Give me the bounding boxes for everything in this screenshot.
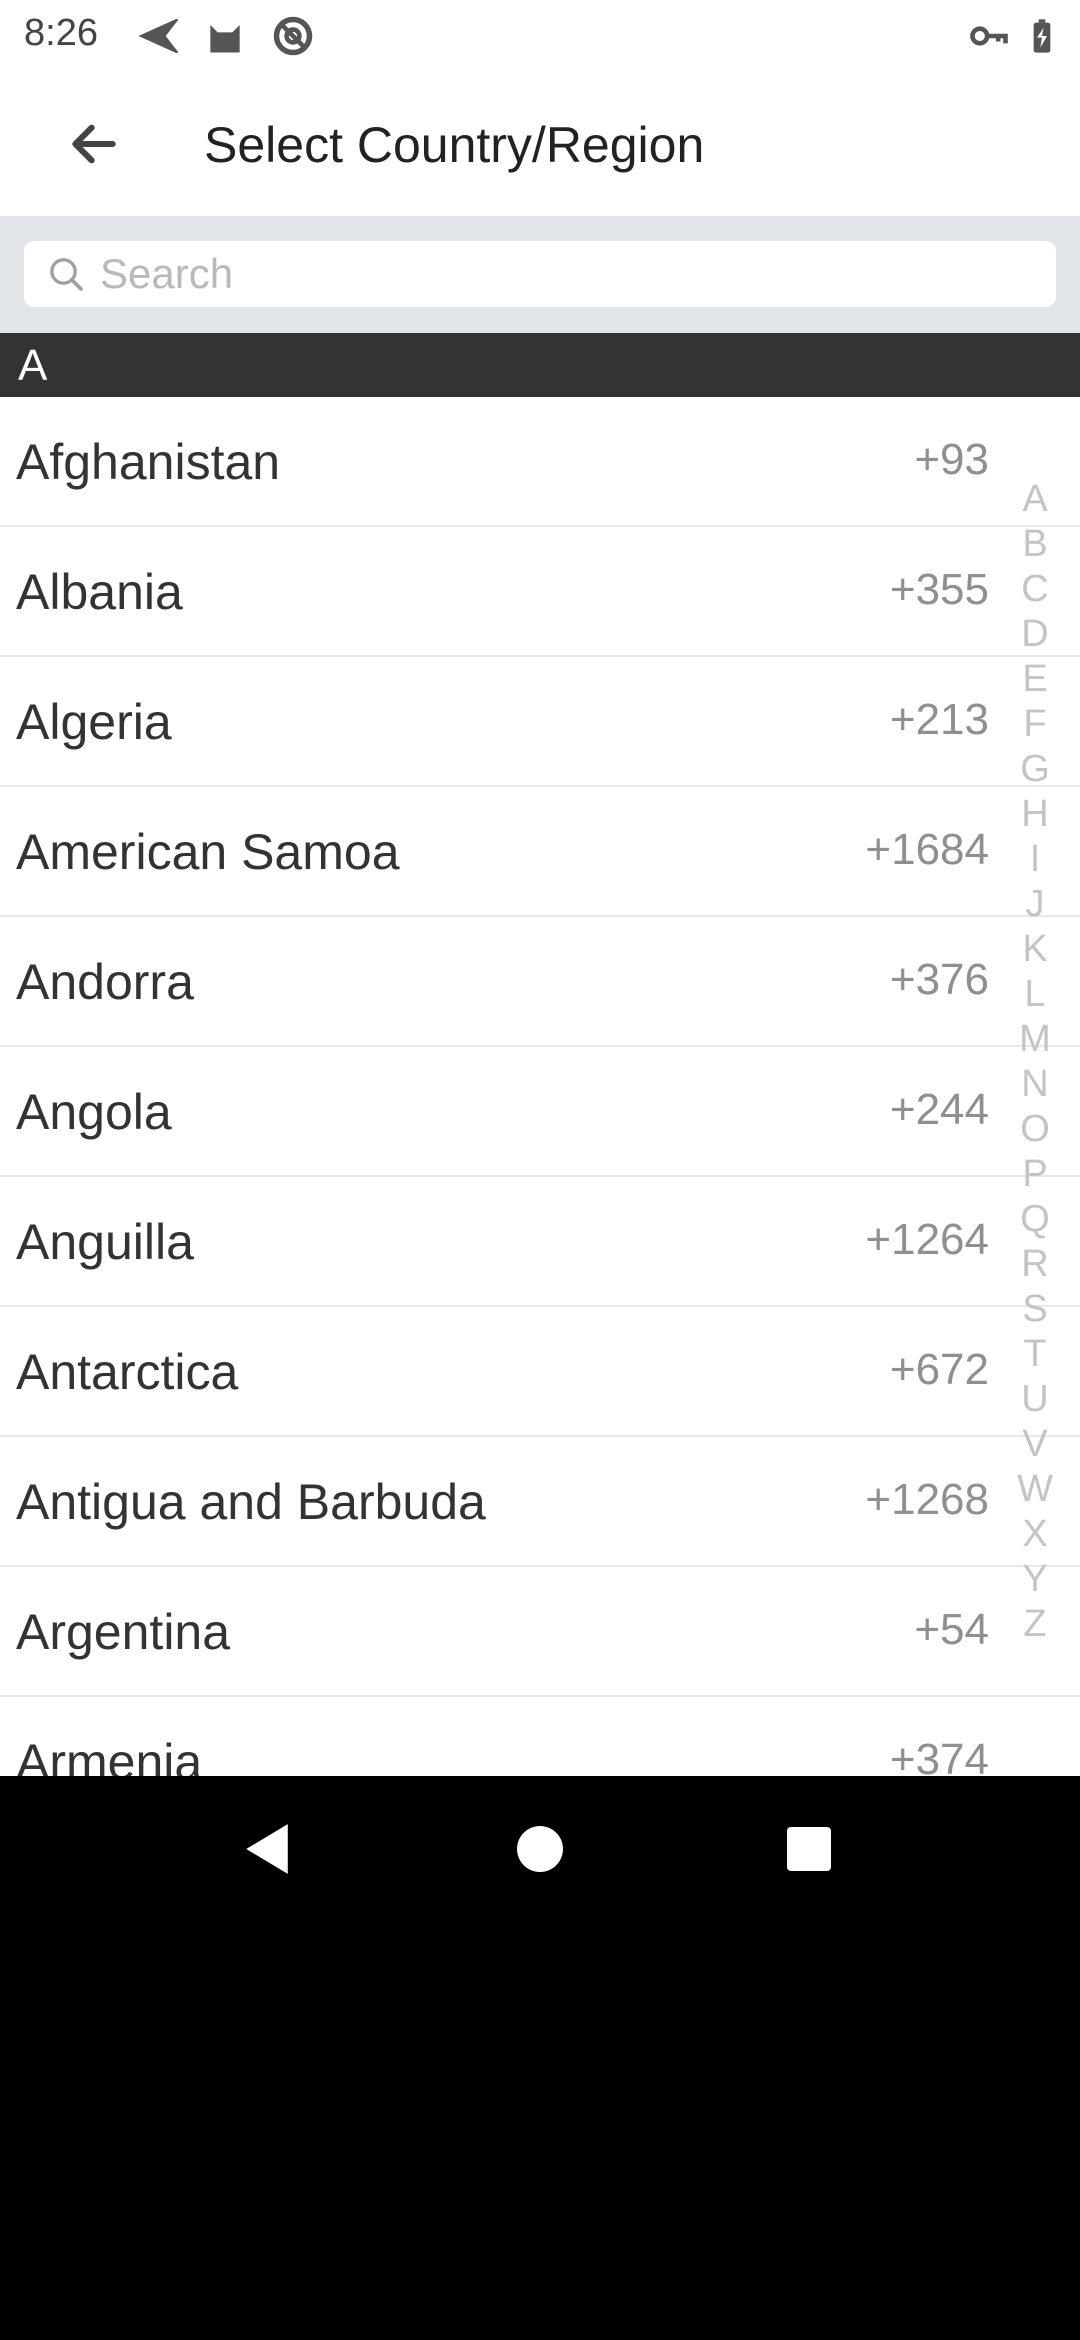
index-letter-p[interactable]: P <box>1010 1152 1060 1197</box>
status-time: 8:26 <box>24 12 98 54</box>
cat-icon <box>202 14 248 58</box>
country-row[interactable]: Albania +355 <box>0 527 1080 657</box>
country-name: Argentina <box>16 1604 231 1660</box>
index-letter-w[interactable]: W <box>1010 1467 1060 1512</box>
index-letter-e[interactable]: E <box>1010 657 1060 702</box>
country-code: +93 <box>914 435 989 484</box>
country-row[interactable]: Algeria +213 <box>0 657 1080 787</box>
index-letter-y[interactable]: Y <box>1010 1557 1060 1602</box>
index-letter-u[interactable]: U <box>1010 1377 1060 1422</box>
index-letter-x[interactable]: X <box>1010 1512 1060 1557</box>
country-code: +1264 <box>865 1215 989 1264</box>
app-bar: Select Country/Region <box>0 72 1080 216</box>
search-icon <box>46 254 86 294</box>
country-list: Afghanistan +93 Albania +355 Algeria +21… <box>0 397 1080 1776</box>
country-code: +54 <box>914 1605 989 1654</box>
index-letter-q[interactable]: Q <box>1010 1197 1060 1242</box>
country-row[interactable]: Andorra +376 <box>0 917 1080 1047</box>
back-triangle-icon <box>246 1824 288 1874</box>
country-row[interactable]: Armenia +374 <box>0 1697 1080 1776</box>
recents-square-icon <box>787 1827 831 1871</box>
search-bar-container <box>0 216 1080 333</box>
country-row[interactable]: Antarctica +672 <box>0 1307 1080 1437</box>
screen: 8:26 Select Country/Region Search A Afgh… <box>0 0 1080 1776</box>
search-input[interactable] <box>100 247 1040 301</box>
index-letter-o[interactable]: O <box>1010 1107 1060 1152</box>
country-code: +1684 <box>865 825 989 874</box>
section-letter: A <box>18 341 48 390</box>
nav-back-button[interactable] <box>222 1804 312 1894</box>
index-letter-j[interactable]: J <box>1010 882 1060 927</box>
index-letter-v[interactable]: V <box>1010 1422 1060 1467</box>
country-name: Anguilla <box>16 1214 194 1270</box>
index-letter-g[interactable]: G <box>1010 747 1060 792</box>
home-circle-icon <box>517 1826 563 1872</box>
index-letter-m[interactable]: M <box>1010 1017 1060 1062</box>
back-button[interactable] <box>52 108 136 180</box>
country-name: Armenia <box>16 1734 203 1776</box>
country-code: +213 <box>889 695 989 744</box>
country-name: Angola <box>16 1084 172 1140</box>
country-code: +1268 <box>865 1475 989 1524</box>
country-name: American Samoa <box>16 824 400 880</box>
country-code: +244 <box>889 1085 989 1134</box>
country-name: Algeria <box>16 694 172 750</box>
index-letter-b[interactable]: B <box>1010 522 1060 567</box>
index-letter-t[interactable]: T <box>1010 1332 1060 1377</box>
at-sign-icon <box>270 14 316 58</box>
country-name: Afghanistan <box>16 434 281 490</box>
nav-home-button[interactable] <box>495 1804 585 1894</box>
index-letter-z[interactable]: Z <box>1010 1602 1060 1647</box>
index-letter-h[interactable]: H <box>1010 792 1060 837</box>
send-icon <box>136 14 182 58</box>
page-title: Select Country/Region <box>204 117 705 173</box>
index-letter-d[interactable]: D <box>1010 612 1060 657</box>
index-letter-s[interactable]: S <box>1010 1287 1060 1332</box>
country-code: +672 <box>889 1345 989 1394</box>
country-code: +374 <box>889 1735 989 1776</box>
arrow-left-icon <box>72 124 116 164</box>
index-letter-l[interactable]: L <box>1010 972 1060 1017</box>
index-letter-f[interactable]: F <box>1010 702 1060 747</box>
country-code: +355 <box>889 565 989 614</box>
nav-recents-button[interactable] <box>764 1804 854 1894</box>
key-icon <box>966 14 1012 58</box>
country-code: +376 <box>889 955 989 1004</box>
country-row[interactable]: Antigua and Barbuda +1268 <box>0 1437 1080 1567</box>
country-row[interactable]: Argentina +54 <box>0 1567 1080 1697</box>
index-letter-i[interactable]: I <box>1010 837 1060 882</box>
index-letter-c[interactable]: C <box>1010 567 1060 612</box>
index-letter-k[interactable]: K <box>1010 927 1060 972</box>
country-row[interactable]: Angola +244 <box>0 1047 1080 1177</box>
alphabet-index[interactable]: A B C D E F G H I J K L M N O P Q R S T … <box>1010 477 1060 1647</box>
search-box[interactable] <box>24 241 1056 307</box>
country-row[interactable]: Afghanistan +93 <box>0 397 1080 527</box>
index-letter-a[interactable]: A <box>1010 477 1060 522</box>
status-bar: 8:26 <box>0 0 1080 72</box>
country-name: Antigua and Barbuda <box>16 1474 486 1530</box>
country-name: Albania <box>16 564 183 620</box>
navigation-bar <box>0 1776 1080 1920</box>
battery-charging-icon <box>1022 14 1062 58</box>
country-row[interactable]: Anguilla +1264 <box>0 1177 1080 1307</box>
country-name: Andorra <box>16 954 194 1010</box>
section-header: A <box>0 333 1080 397</box>
country-name: Antarctica <box>16 1344 239 1400</box>
index-letter-r[interactable]: R <box>1010 1242 1060 1287</box>
index-letter-n[interactable]: N <box>1010 1062 1060 1107</box>
country-row[interactable]: American Samoa +1684 <box>0 787 1080 917</box>
